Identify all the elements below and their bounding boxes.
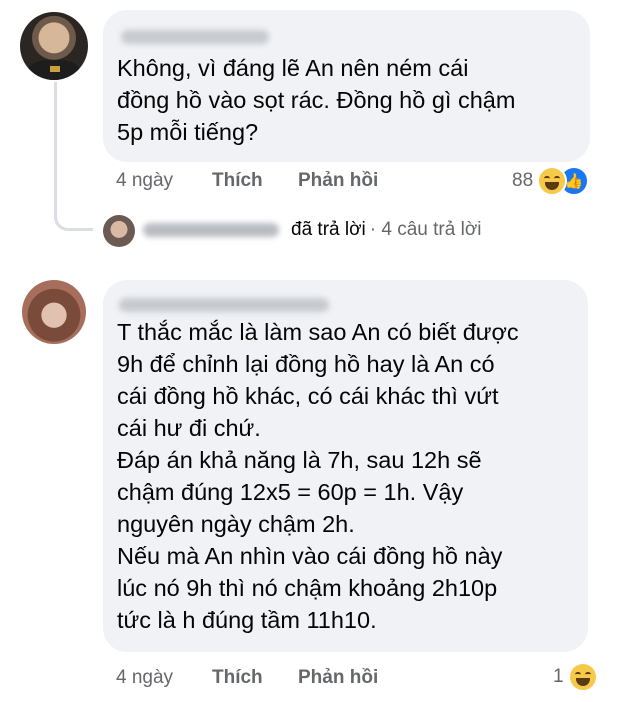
reaction-summary[interactable]: 88 👍: [512, 166, 590, 196]
like-button[interactable]: Thích: [212, 170, 263, 192]
reply-button[interactable]: Phản hồi: [298, 170, 378, 192]
reaction-count: 1: [553, 666, 564, 687]
commenter-avatar[interactable]: [22, 280, 86, 344]
comment-timestamp[interactable]: 4 ngày: [116, 170, 173, 192]
comment-text: T thắc mắc là làm sao An có biết được 9h…: [117, 319, 519, 633]
comment-text: Không, vì đáng lẽ An nên ném cái đồng hồ…: [117, 55, 516, 145]
avatar-logo: [50, 66, 60, 72]
reply-count: · 4 câu trả lời: [369, 219, 482, 240]
commenter-avatar[interactable]: [20, 12, 88, 80]
blurred-commenter-name[interactable]: [121, 30, 269, 44]
comment-timestamp[interactable]: 4 ngày: [116, 667, 173, 689]
reply-action-text: đã trả lời: [291, 219, 366, 240]
thread-connector: [54, 82, 93, 231]
comment-bubble: Không, vì đáng lẽ An nên ném cái đồng hồ…: [103, 10, 590, 162]
reply-avatar[interactable]: [103, 215, 135, 247]
blurred-replier-name: [143, 223, 279, 237]
replies-summary[interactable]: đã trả lời · 4 câu trả lời: [143, 219, 482, 241]
reply-button[interactable]: Phản hồi: [298, 667, 378, 689]
haha-emoji-icon: [537, 166, 568, 196]
haha-emoji-icon: [567, 662, 598, 692]
comment-bubble: T thắc mắc là làm sao An có biết được 9h…: [103, 280, 588, 652]
blurred-commenter-name[interactable]: [119, 298, 329, 312]
like-button[interactable]: Thích: [212, 667, 263, 689]
reaction-count: 88: [512, 170, 534, 191]
reaction-summary[interactable]: 1: [553, 662, 598, 692]
